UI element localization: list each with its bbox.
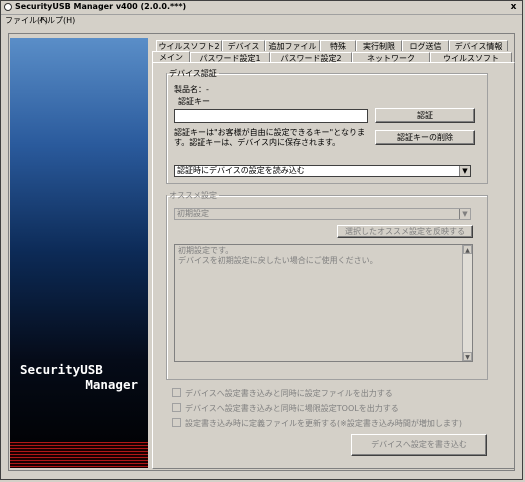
apply-recommended-button[interactable]: 選択したオススメ設定を反映する (337, 225, 473, 238)
auth-key-note: 認証キーは"お客様が自由に設定できるキー"となります。認証キーは、デバイス内に保… (174, 128, 365, 147)
chevron-down-icon: ▼ (459, 166, 470, 176)
device-auth-legend: デバイス認証 (169, 69, 217, 78)
menu-bar: ファイル(F) ヘルプ(H) (1, 14, 522, 26)
tab-exec-limit[interactable]: 実行制限 (356, 40, 402, 51)
option-update-definition[interactable]: 設定書き込み時に定義ファイルを更新する(※設定書き込み時間が増加します) (172, 418, 462, 429)
tab-additional-files[interactable]: 追加ファイル (265, 40, 320, 51)
scroll-down-icon[interactable]: ▼ (463, 352, 472, 361)
menu-help[interactable]: ヘルプ(H) (39, 15, 75, 26)
load-settings-value: 認証時にデバイスの設定を読み込む (177, 166, 305, 175)
product-name-label: 製品名：- (174, 85, 209, 94)
brand-line2: Manager (85, 377, 138, 392)
auth-key-input[interactable] (174, 109, 368, 123)
recommended-select-value: 初期設定 (177, 209, 209, 218)
auth-key-label: 認証キー (178, 97, 210, 106)
sidebar-banner: SecurityUSB Manager (10, 38, 148, 468)
chevron-down-icon: ▼ (459, 209, 470, 219)
tab-special[interactable]: 特殊 (320, 40, 356, 51)
load-settings-select[interactable]: 認証時にデバイスの設定を読み込む ▼ (174, 165, 471, 177)
app-icon (4, 3, 12, 11)
write-to-device-button[interactable]: デバイスへ設定を書き込む (351, 434, 487, 456)
auth-button[interactable]: 認証 (375, 108, 475, 123)
brand-logo: SecurityUSB Manager (20, 362, 142, 392)
option-output-tool[interactable]: デバイスへ設定書き込みと同時に場限設定TOOLを出力する (172, 403, 399, 414)
delete-auth-key-button[interactable]: 認証キーの削除 (375, 130, 475, 145)
scroll-up-icon[interactable]: ▲ (463, 245, 472, 254)
recommended-select[interactable]: 初期設定 ▼ (174, 208, 471, 220)
close-button[interactable]: x (508, 2, 519, 12)
decorative-stripes (10, 442, 148, 468)
brand-line1: SecurityUSB (20, 362, 103, 377)
option-output-settings-file[interactable]: デバイスへ設定書き込みと同時に設定ファイルを出力する (172, 388, 393, 399)
tab-device-info[interactable]: デバイス情報 (449, 40, 508, 51)
title-bar: SecurityUSB Manager v400 (2.0.0.***) x (1, 1, 522, 15)
option-label: デバイスへ設定書き込みと同時に設定ファイルを出力する (185, 389, 393, 398)
checkbox[interactable] (172, 388, 181, 397)
checkbox[interactable] (172, 403, 181, 412)
recommended-description[interactable]: 初期設定です。 デバイスを初期設定に戻したい場合にご使用ください。 ▲ ▼ (174, 244, 473, 362)
description-line2: デバイスを初期設定に戻したい場合にご使用ください。 (178, 256, 378, 265)
window-title: SecurityUSB Manager v400 (2.0.0.***) (15, 2, 187, 11)
option-label: デバイスへ設定書き込みと同時に場限設定TOOLを出力する (185, 404, 399, 413)
tab-log-send[interactable]: ログ送信 (402, 40, 449, 51)
recommended-legend: オススメ設定 (169, 191, 217, 200)
description-scrollbar[interactable]: ▲ ▼ (462, 245, 472, 361)
description-line1: 初期設定です。 (178, 246, 234, 255)
tab-device[interactable]: デバイス (222, 40, 265, 51)
tab-antivirus2[interactable]: ウイルスソフト2 (156, 40, 222, 51)
option-label: 設定書き込み時に定義ファイルを更新する(※設定書き込み時間が増加します) (185, 419, 462, 428)
checkbox[interactable] (172, 418, 181, 427)
